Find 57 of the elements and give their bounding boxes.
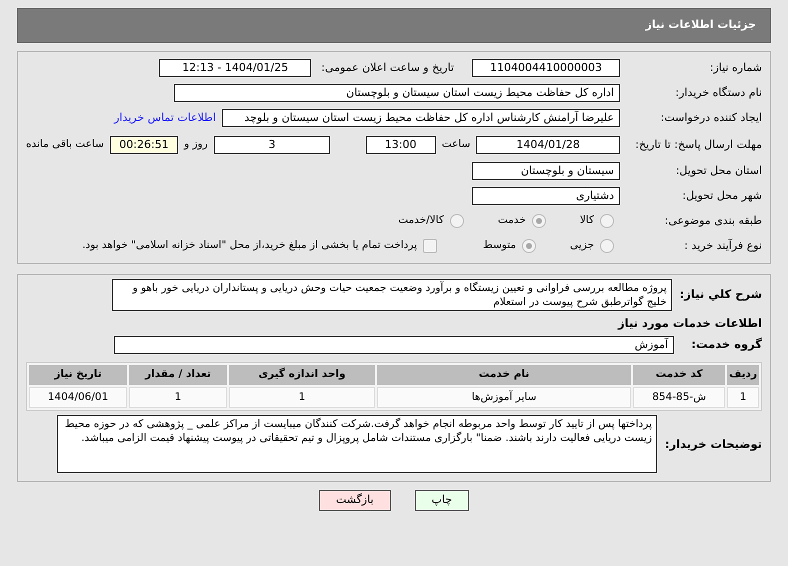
field-value: 13:00 (366, 136, 436, 154)
radio-button[interactable] (600, 214, 614, 228)
field-value: 3 (214, 136, 330, 154)
field-value: اداره کل حفاظت محیط زیست استان سیستان و بلوچستان (174, 84, 620, 102)
radio-button[interactable] (522, 239, 536, 253)
field-label: توضیحات خریدار: (664, 436, 762, 453)
field-label: روز و (184, 136, 208, 152)
field-label: شرح کلي نياز: (680, 286, 762, 303)
field-value: علیرضا آرامنش کارشناس اداره کل حفاظت محیط زیست استان سیستان و بلوچد (222, 109, 620, 127)
notes-text: پرداختها پس از تایید کار توسط واحد مربوطه انجام خواهد گرفت.شرکت کنندگان میبایست از مراکز علمی _ پژوهشی که در حوزه محیط زیست دریایی فعالیت دارند باشند. ضمنا" بارگزاری مستندات شامل پروپزال و تیم تحقیقاتی در پیوست پیشنهاد قیمت الزامی میباشد. (56, 415, 657, 474)
table-cell: 1 (229, 386, 375, 408)
table-cell: سایر آموزش‌ها (377, 386, 632, 408)
table-cell: ش-85-854 (633, 386, 726, 408)
option-label: خدمت (498, 213, 526, 228)
field-label: شهر محل تحویل: (681, 188, 762, 204)
back-button[interactable]: بازگشت (318, 490, 391, 511)
option-label: کالا (580, 213, 594, 228)
field-value: آموزش (114, 336, 674, 354)
description-text: پروژه مطالعه بررسی فراوانی و تعیین زیستگاه و برآورد وضعیت جمعیت حیات وحش دریایی و پستانداران دریایی خور باهو و خلیج گواترطبق شرح پیوست در استعلام (112, 278, 672, 310)
field-value: دشتیاری (472, 187, 620, 205)
column-header: تعداد / مقدار (129, 364, 227, 384)
field-value: سیستان و بلوچستان (472, 162, 620, 180)
print-button[interactable]: چاپ (414, 490, 470, 511)
option-label: جزیی (570, 238, 594, 254)
radio-button[interactable] (532, 214, 546, 228)
field-label: گروه خدمت: (690, 336, 762, 354)
field-label: ایجاد کننده درخواست: (660, 110, 762, 126)
option-label: متوسط (483, 238, 516, 254)
section-title: اطلاعات خدمات مورد نیاز (616, 314, 762, 332)
field-label: نام دستگاه خریدار: (674, 84, 762, 101)
radio-button[interactable] (450, 214, 464, 228)
field-value: 1404/01/28 (476, 136, 620, 154)
column-header: ردیف (727, 364, 759, 384)
column-header: نام خدمت (377, 364, 632, 384)
field-label: استان محل تحویل: (674, 162, 762, 179)
page-header: جزئیات اطلاعات نیاز (17, 8, 771, 42)
column-header: کد خدمت (633, 364, 726, 384)
table-cell: 1 (129, 386, 227, 408)
field-label: شماره نیاز: (708, 60, 762, 76)
checkbox-label: پرداخت تمام یا بخشی از مبلغ خرید،از محل "اسناد خزانه اسلامی" خواهد بود. (82, 238, 418, 254)
countdown-value: 00:26:51 (110, 136, 178, 154)
field-label: مهلت ارسال پاسخ: تا تاریخ: (634, 138, 762, 151)
contact-link[interactable]: اطلاعات تماس خریدار (114, 110, 216, 126)
field-label: طبقه بندی موضوعی: (664, 212, 762, 229)
field-label: تاریخ و ساعت اعلان عمومی: (321, 60, 454, 76)
field-value: 1104004410000003 (472, 59, 620, 77)
field-label: ساعت (442, 136, 470, 152)
field-label: ساعت باقی مانده (26, 136, 104, 152)
checkbox[interactable] (423, 239, 438, 253)
table-cell: 1 (727, 386, 759, 408)
column-header: تاریخ نیاز (29, 364, 127, 384)
radio-button[interactable] (600, 239, 614, 253)
field-label: نوع فرآیند خرید : (683, 238, 762, 254)
column-header: واحد اندازه گیری (229, 364, 375, 384)
table-cell: 1404/06/01 (29, 386, 127, 408)
option-label: کالا/خدمت (398, 213, 444, 228)
field-value: 1404/01/25 - 12:13 (159, 59, 312, 77)
